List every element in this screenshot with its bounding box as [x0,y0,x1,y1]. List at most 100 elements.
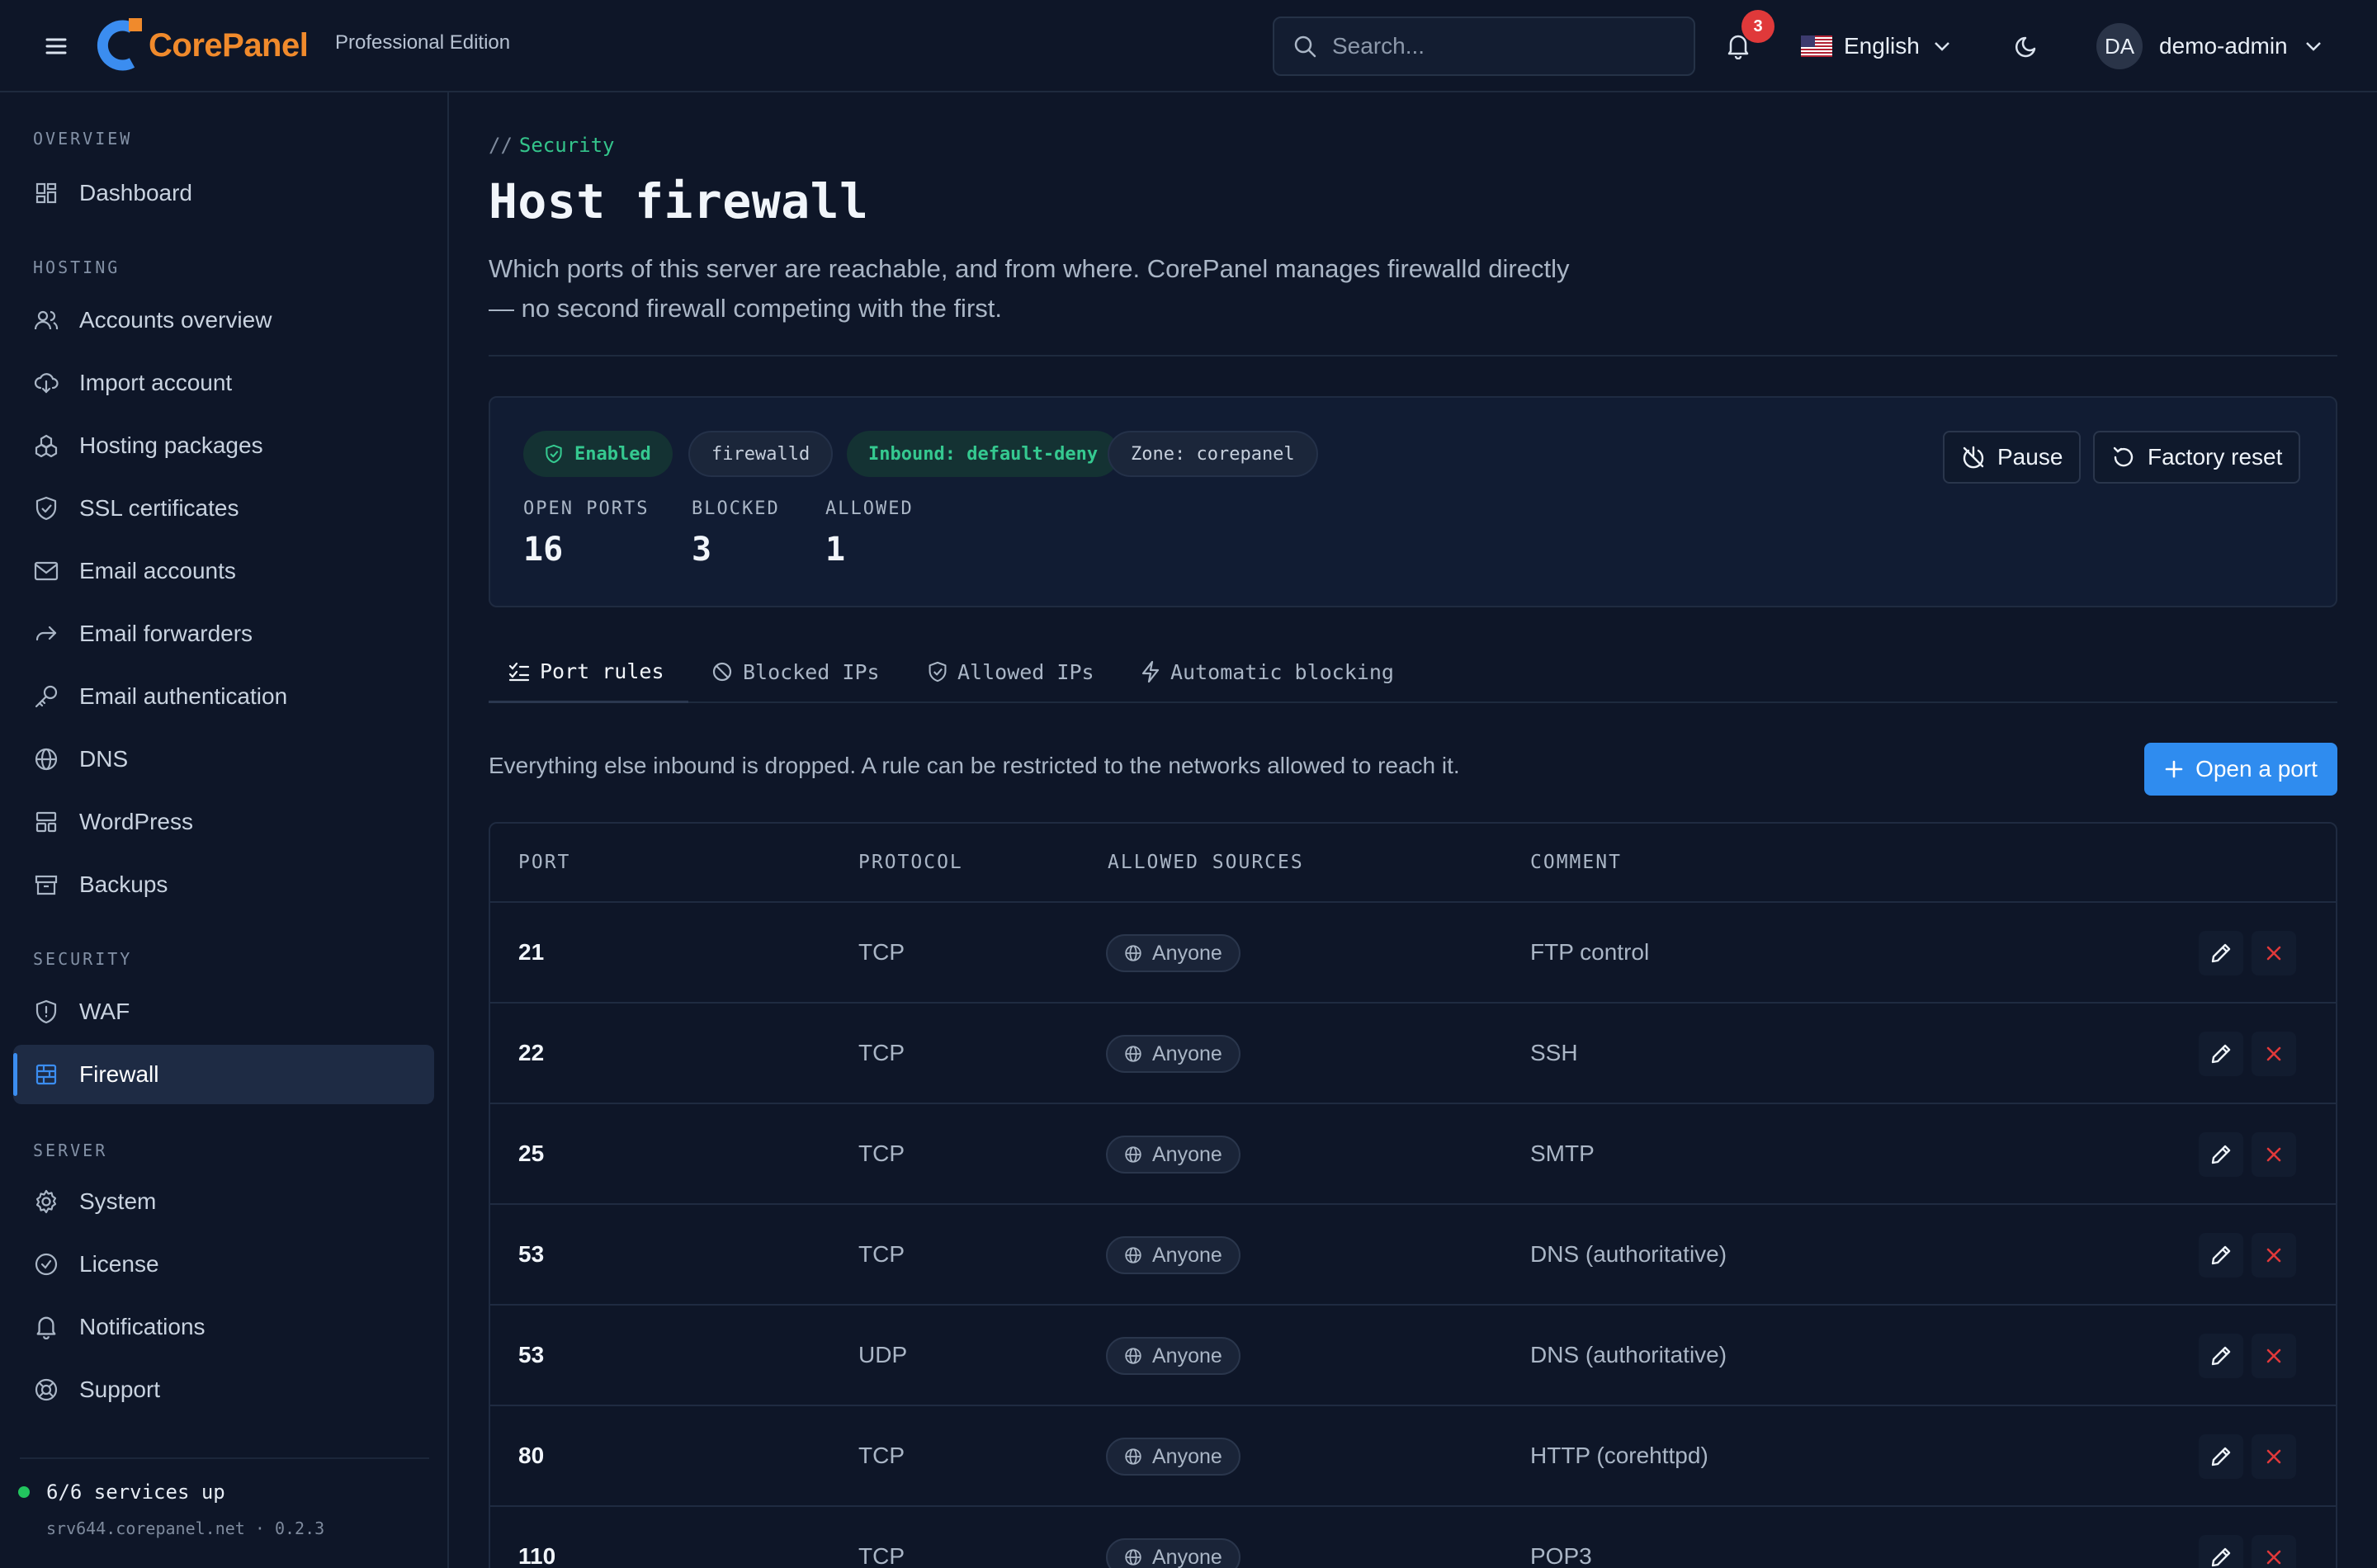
edit-rule-button[interactable] [2199,931,2243,975]
globe-icon [1125,1348,1141,1364]
tab-port-rules[interactable]: Port rules [489,642,688,703]
comment-cell: HTTP (corehttpd) [1530,1443,1708,1468]
tab-blocked-ips[interactable]: Blocked IPs [692,642,905,703]
logo-mark-icon [97,18,142,71]
pause-button[interactable]: Pause [1943,431,2082,484]
edit-rule-button[interactable] [2199,1334,2243,1378]
sidebar-divider [20,1457,429,1459]
pencil-icon [2211,943,2231,963]
globe-icon [1125,1146,1141,1163]
sidebar-section-security: SECURITY [33,949,133,969]
open-port-button[interactable]: Open a port [2144,743,2337,796]
sidebar-item-ssl-certificates[interactable]: SSL certificates [13,479,434,538]
edit-rule-button[interactable] [2199,1535,2243,1568]
sidebar-item-system[interactable]: System [13,1172,434,1231]
close-icon [2266,1449,2281,1464]
reset-icon [2113,446,2134,467]
chevron-down-icon [1934,42,1949,51]
edit-rule-button[interactable] [2199,1132,2243,1177]
brand-logo[interactable]: CorePanel [96,18,309,73]
pencil-icon [2211,1346,2231,1366]
edit-rule-button[interactable] [2199,1032,2243,1076]
edit-rule-button[interactable] [2199,1233,2243,1278]
host-separator: · [254,1518,265,1538]
enabled-badge: Enabled [523,431,673,477]
port-cell: 53 [518,1342,545,1367]
delete-rule-button[interactable] [2252,1535,2296,1568]
table-row: 53 TCP Anyone DNS (authoritative) [490,1205,2336,1306]
edit-rule-button[interactable] [2199,1434,2243,1479]
inbound-policy-badge: Inbound: default-deny [847,431,1120,477]
brand-name: CorePanel [149,26,309,64]
sidebar-item-import-account[interactable]: Import account [13,353,434,413]
delete-rule-button[interactable] [2252,1434,2296,1479]
sidebar-item-accounts-overview[interactable]: Accounts overview [13,290,434,350]
allowed-sources-badge: Anyone [1106,1136,1240,1174]
language-label: English [1844,33,1920,59]
menu-icon[interactable] [40,30,73,63]
page-title: Host firewall [489,173,869,229]
sidebar-item-hosting-packages[interactable]: Hosting packages [13,416,434,475]
sidebar-item-label: Dashboard [79,180,192,205]
sidebar-item-email-authentication[interactable]: Email authentication [13,667,434,726]
gear-icon [33,1188,59,1215]
globe-icon [1125,1046,1141,1062]
table-row: 25 TCP Anyone SMTP [490,1104,2336,1205]
sidebar-item-dashboard[interactable]: Dashboard [13,163,434,223]
host-name: srv644.corepanel.net [46,1518,245,1538]
delete-rule-button[interactable] [2252,1032,2296,1076]
status-dot-icon [18,1486,30,1498]
theme-toggle[interactable] [2009,28,2045,64]
comment-cell: SSH [1530,1040,1578,1065]
bell-icon [33,1314,59,1340]
pencil-icon [2211,1547,2231,1567]
search-input[interactable] [1332,33,1679,59]
us-flag-icon [1801,35,1832,57]
moon-icon [2015,36,2036,58]
delete-rule-button[interactable] [2252,1233,2296,1278]
language-selector[interactable]: English [1801,26,1951,66]
tab-automatic-blocking[interactable]: Automatic blocking [1121,642,1415,703]
pencil-icon [2211,1245,2231,1265]
tab-allowed-ips[interactable]: Allowed IPs [908,642,1124,703]
sidebar-item-backups[interactable]: Backups [13,855,434,914]
user-menu[interactable]: DA demo-admin [2096,23,2323,69]
table-row: 22 TCP Anyone SSH [490,1004,2336,1104]
sidebar-section-hosting: HOSTING [33,257,121,277]
tab-label: Port rules [540,659,664,683]
allowed-sources-badge: Anyone [1106,1236,1240,1274]
sidebar-item-dns[interactable]: DNS [13,730,434,789]
zone-badge: Zone: corepanel [1108,431,1318,477]
table-row: 53 UDP Anyone DNS (authoritative) [490,1306,2336,1406]
sidebar-item-email-accounts[interactable]: Email accounts [13,541,434,601]
open-port-label: Open a port [2195,756,2318,782]
allowed-sources-badge: Anyone [1106,934,1240,972]
power-off-icon [1963,446,1984,469]
top-bar: CorePanel Professional Edition 3 English… [0,0,2377,92]
delete-rule-button[interactable] [2252,931,2296,975]
sidebar-item-support[interactable]: Support [13,1360,434,1419]
allowed-sources-label: Anyone [1152,1344,1222,1367]
pause-label: Pause [1997,444,2063,470]
sidebar-item-firewall[interactable]: Firewall [13,1045,434,1104]
sidebar-item-wordpress[interactable]: WordPress [13,792,434,852]
search-box[interactable] [1273,17,1695,76]
column-header-comment: COMMENT [1530,852,1622,873]
factory-reset-button[interactable]: Factory reset [2093,431,2301,484]
close-icon [2266,1046,2281,1061]
globe-icon [1125,1247,1141,1263]
sidebar-item-label: Email authentication [79,683,288,709]
stat-blocked: BLOCKED 3 [692,498,780,569]
delete-rule-button[interactable] [2252,1132,2296,1177]
delete-rule-button[interactable] [2252,1334,2296,1378]
sidebar-item-waf[interactable]: WAF [13,982,434,1041]
sidebar-item-notifications[interactable]: Notifications [13,1297,434,1357]
globe-icon [1125,945,1141,961]
services-status-text: 6/6 services up [46,1481,225,1504]
sidebar-item-email-forwarders[interactable]: Email forwarders [13,604,434,664]
sidebar-item-license[interactable]: License [13,1235,434,1294]
table-row: 110 TCP Anyone POP3 [490,1507,2336,1568]
breadcrumb-security-link[interactable]: Security [519,134,615,157]
shield-check-icon [546,444,562,464]
page-description: Which ports of this server are reachable… [489,254,1570,323]
